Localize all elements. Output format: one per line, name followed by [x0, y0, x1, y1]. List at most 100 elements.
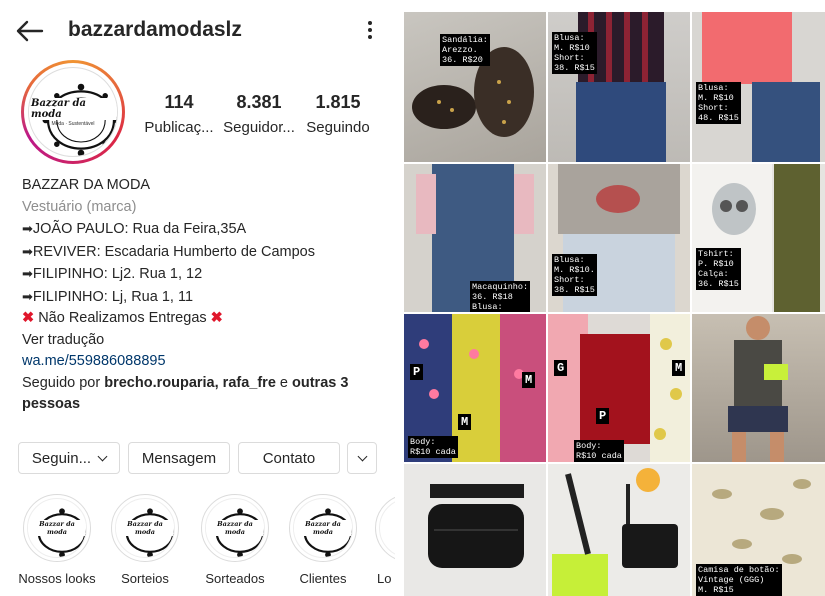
- post-romper[interactable]: Macaquinho: 36. R$18 Blusa:: [404, 164, 546, 312]
- highlight-partial[interactable]: Lo: [365, 494, 395, 586]
- posts-label: Publicaç...: [144, 119, 214, 136]
- size-tag: M: [672, 360, 686, 376]
- highlight-label: Sorteados: [205, 571, 265, 586]
- chevron-down-icon: [357, 451, 367, 461]
- post-blouse-shorts-2[interactable]: Blusa: M. R$10 Short: 48. R$15: [692, 12, 825, 162]
- posts-count: 114: [164, 92, 194, 112]
- bio-location-line: ➡JOÃO PAULO: Rua da Feira,35A: [22, 218, 392, 241]
- bio-location-text: FILIPINHO: Lj, Rua 1, 11: [32, 288, 194, 305]
- bazzar-logo: Bazzar da moda: [205, 498, 265, 558]
- contact-button[interactable]: Contato: [238, 442, 340, 474]
- no-delivery-text: Não Realizamos Entregas: [38, 310, 207, 326]
- red-x-icon: ✖: [22, 310, 35, 326]
- post-waist-bag[interactable]: [404, 464, 546, 596]
- message-button-label: Mensagem: [141, 449, 217, 467]
- contact-button-label: Contato: [262, 449, 316, 467]
- post-bags[interactable]: [548, 464, 690, 596]
- size-tag: P: [596, 408, 610, 424]
- highlight-nossos-looks[interactable]: Bazzar da moda Nossos looks: [17, 494, 97, 586]
- posts-grid: Sandália: Arezzo. 36. R$20 Blusa: M. R$1…: [404, 0, 825, 596]
- following-count: 1.815: [315, 92, 361, 112]
- post-tshirt-pants[interactable]: Tshirt: P. R$10 Calça: 36. R$15: [692, 164, 825, 312]
- bags-photo: [552, 468, 678, 596]
- man-with-bag-photo: [728, 316, 788, 462]
- bio-location-line: ➡FILIPINHO: Lj2. Rua 1, 12: [22, 263, 392, 286]
- price-label: Sandália: Arezzo. 36. R$20: [440, 34, 490, 66]
- highlight-sorteios[interactable]: Bazzar da moda Sorteios: [105, 494, 185, 586]
- bio-location-text: REVIVER: Escadaria Humberto de Campos: [32, 243, 315, 260]
- message-button[interactable]: Mensagem: [128, 442, 230, 474]
- logo-text: Bazzar da moda: [294, 520, 352, 536]
- price-label: Blusa: M. R$10 Short: 48. R$15: [696, 82, 741, 124]
- followed-mid: e: [275, 374, 293, 391]
- size-tag: M: [458, 414, 472, 430]
- followers-label: Seguidor...: [223, 119, 295, 136]
- profile-bio: BAZZAR DA MODA Vestuário (marca) ➡JOÃO P…: [22, 175, 392, 416]
- price-label: Blusa: M. R$10 Short: 38. R$15: [552, 32, 597, 74]
- more-options-icon[interactable]: [360, 18, 380, 46]
- highlight-label: Nossos looks: [18, 571, 96, 586]
- story-highlights: Bazzar da moda Nossos looks Bazzar da mo…: [0, 494, 395, 596]
- following-button-label: Seguin...: [31, 449, 92, 467]
- post-bodies-2[interactable]: G P M Body: R$10 cada: [548, 314, 690, 462]
- arrow-right-icon: ➡: [22, 288, 33, 304]
- suggestions-dropdown-button[interactable]: [347, 442, 377, 474]
- arrow-right-icon: ➡: [22, 221, 33, 236]
- size-tag: G: [554, 360, 568, 376]
- price-label: Blusa: M. R$10. Short: 38. R$15: [552, 254, 597, 296]
- bio-no-delivery: ✖ Não Realizamos Entregas ✖: [22, 308, 392, 330]
- logo-text: Bazzar da moda: [116, 520, 174, 536]
- price-label: Macaquinho: 36. R$18 Blusa:: [470, 281, 531, 312]
- stat-following[interactable]: 1.815 Seguindo: [302, 92, 374, 136]
- bazzar-logo: Bazzar da moda: [115, 498, 175, 558]
- followed-names: brecho.rouparia, rafa_fre: [104, 374, 276, 391]
- logo-text: Bazzar da moda: [29, 97, 117, 120]
- post-bodies-1[interactable]: P M M Body: R$10 cada: [404, 314, 546, 462]
- profile-header: bazzardamodaslz: [0, 0, 395, 62]
- followed-prefix: Seguido por: [22, 374, 105, 391]
- following-label: Seguindo: [306, 119, 370, 136]
- bio-location-text: JOÃO PAULO: Rua da Feira,35A: [32, 221, 247, 237]
- price-label: Camisa de botão: Vintage (GGG) M. R$15: [696, 564, 782, 596]
- logo-subtext: Moda · Sustentável: [51, 120, 95, 127]
- bio-location-line: ➡REVIVER: Escadaria Humberto de Campos: [22, 241, 392, 264]
- size-tag: M: [522, 372, 536, 388]
- post-man-bag[interactable]: [692, 314, 825, 462]
- profile-username: bazzardamodaslz: [68, 18, 242, 41]
- post-blouse-shorts-1[interactable]: Blusa: M. R$10 Short: 38. R$15: [548, 12, 690, 162]
- followed-by[interactable]: Seguido por brecho.rouparia, rafa_fre e …: [22, 373, 367, 416]
- price-label: Tshirt: P. R$10 Calça: 36. R$15: [696, 248, 741, 290]
- post-tee-shorts[interactable]: Blusa: M. R$10. Short: 38. R$15: [548, 164, 690, 312]
- see-translation-link[interactable]: Ver tradução: [22, 330, 392, 352]
- highlight-label: Lo: [377, 571, 392, 586]
- post-sandals[interactable]: Sandália: Arezzo. 36. R$20: [404, 12, 546, 162]
- bazzar-logo: Bazzar da moda: [293, 498, 353, 558]
- stat-posts[interactable]: 114 Publicaç...: [140, 92, 218, 136]
- following-button[interactable]: Seguin...: [18, 442, 120, 474]
- highlight-sorteados[interactable]: Bazzar da moda Sorteados: [195, 494, 275, 586]
- bio-location-text: FILIPINHO: Lj2. Rua 1, 12: [32, 266, 203, 282]
- chevron-down-icon: [97, 451, 108, 461]
- followers-count: 8.381: [236, 92, 282, 112]
- price-label: Body: R$10 cada: [574, 440, 624, 462]
- profile-panel: bazzardamodaslz Bazzar da moda Moda · Su…: [0, 0, 395, 596]
- highlight-label: Clientes: [299, 571, 347, 586]
- profile-avatar[interactable]: Bazzar da moda Moda · Sustentável: [21, 60, 125, 164]
- arrow-right-icon: ➡: [22, 266, 33, 281]
- whatsapp-link[interactable]: wa.me/559886088895: [22, 351, 392, 373]
- red-x-icon: ✖: [210, 310, 223, 326]
- bio-location-line: ➡FILIPINHO: Lj, Rua 1, 11: [22, 286, 392, 309]
- price-label: Body: R$10 cada: [408, 436, 458, 458]
- post-vintage-shirt[interactable]: Camisa de botão: Vintage (GGG) M. R$15: [692, 464, 825, 596]
- logo-text: Bazzar da moda: [206, 520, 264, 536]
- highlight-clientes[interactable]: Bazzar da moda Clientes: [283, 494, 363, 586]
- waist-bag-photo: [428, 484, 524, 568]
- bio-category: Vestuário (marca): [22, 198, 137, 215]
- logo-text: Bazzar da moda: [28, 520, 86, 536]
- back-arrow-icon[interactable]: [14, 16, 46, 46]
- bazzar-logo: Bazzar da moda: [27, 498, 87, 558]
- stat-followers[interactable]: 8.381 Seguidor...: [220, 92, 298, 136]
- bio-name: BAZZAR DA MODA: [22, 177, 151, 193]
- highlight-label: Sorteios: [121, 571, 169, 586]
- size-tag: P: [410, 364, 424, 380]
